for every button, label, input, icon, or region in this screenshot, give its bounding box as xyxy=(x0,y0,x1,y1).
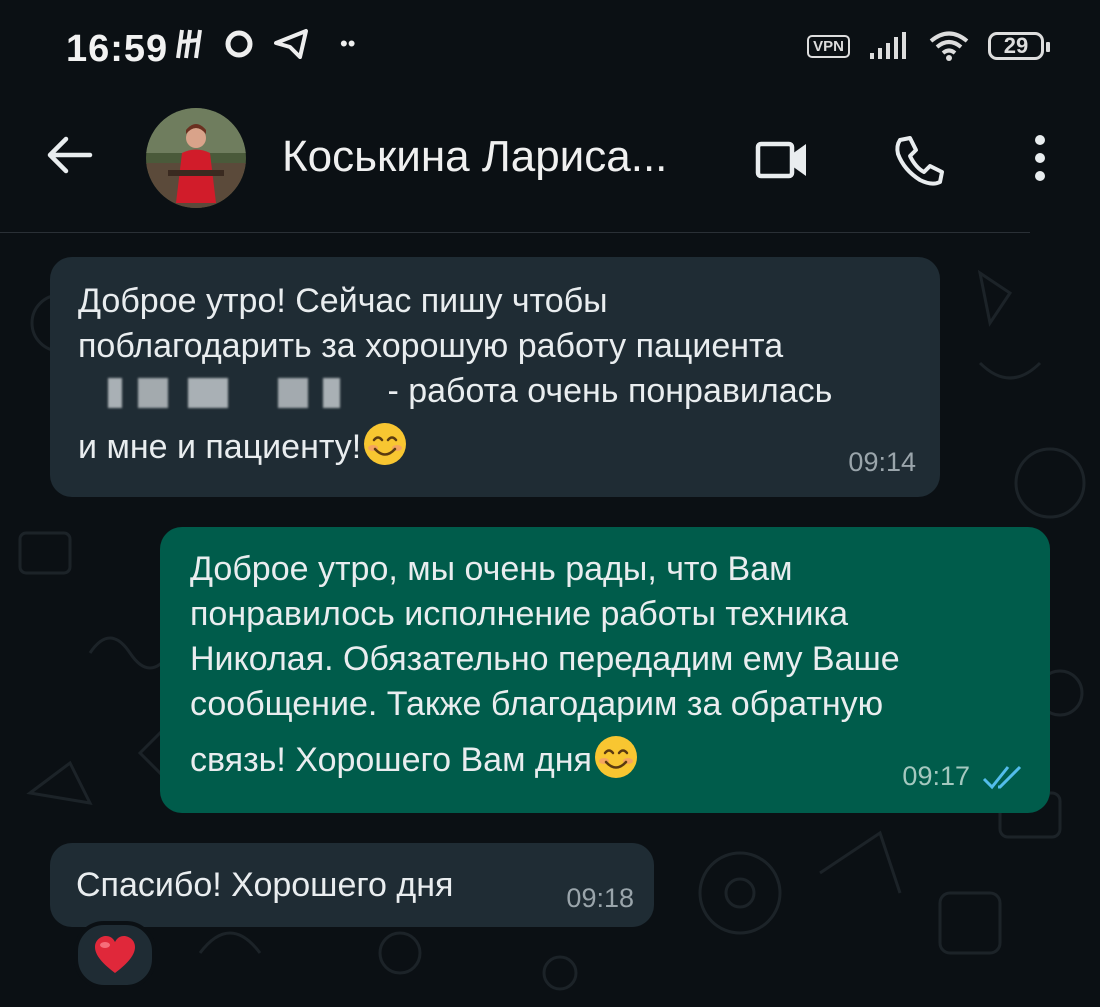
status-time: 16:59 xyxy=(66,28,169,70)
status-bar: 16:59 •• VPN 29 xyxy=(0,0,1100,100)
message-text: Спасибо! Хорошего дня xyxy=(76,866,454,904)
message-time: 09:14 xyxy=(848,447,916,477)
message-line-text: и мне и пациенту! xyxy=(78,428,362,466)
more-notifications: •• xyxy=(340,31,356,56)
message-line: Доброе утро! Сейчас пишу чтобы xyxy=(78,282,608,320)
contact-name[interactable]: Коськина Лариса... xyxy=(282,132,667,182)
h-icon xyxy=(176,29,202,59)
message-line: сообщение. Также благодарим за обратную xyxy=(190,685,884,723)
vpn-badge: VPN xyxy=(807,34,850,58)
signal-bars-icon xyxy=(870,32,906,59)
message-time-text: 09:17 xyxy=(902,761,970,791)
system-icons: VPN 29 xyxy=(807,30,1050,62)
outgoing-message[interactable]: Доброе утро, мы очень рады, что Вам понр… xyxy=(160,527,1050,813)
notification-icons: •• xyxy=(176,26,355,62)
smiling-face-emoji xyxy=(594,736,637,778)
phone-icon[interactable] xyxy=(888,130,948,190)
smiling-face-emoji xyxy=(364,423,407,465)
message-reaction[interactable] xyxy=(74,921,156,989)
message-line: понравилось исполнение работы техника xyxy=(190,595,849,633)
red-heart-emoji xyxy=(95,936,135,973)
redacted-name xyxy=(78,378,378,409)
message-line-text: связь! Хорошего Вам дня xyxy=(190,741,592,779)
message-line: Доброе утро, мы очень рады, что Вам xyxy=(190,550,793,588)
incoming-message[interactable]: Доброе утро! Сейчас пишу чтобы поблагода… xyxy=(50,257,940,497)
message-line: и мне и пациенту! xyxy=(78,422,912,470)
wifi-icon xyxy=(929,31,969,61)
message-line: - работа очень понравилась xyxy=(78,369,912,414)
contact-avatar[interactable] xyxy=(146,108,246,208)
message-line: поблагодарить за хорошую работу пациента xyxy=(78,327,784,365)
battery-indicator: 29 xyxy=(988,32,1050,60)
telegram-icon xyxy=(274,29,308,59)
message-line: связь! Хорошего Вам дня xyxy=(190,735,1020,783)
video-call-icon[interactable] xyxy=(752,130,812,190)
read-ticks-icon xyxy=(982,765,1022,789)
more-vertical-icon[interactable] xyxy=(1010,130,1070,190)
message-line: Николая. Обязательно передадим ему Ваше xyxy=(190,640,900,678)
chat-area[interactable]: Доброе утро! Сейчас пишу чтобы поблагода… xyxy=(0,233,1100,1007)
chat-header: Коськина Лариса... xyxy=(0,100,1100,232)
back-arrow-icon[interactable] xyxy=(44,130,94,180)
message-time: 09:17 xyxy=(902,754,1024,799)
message-time: 09:18 xyxy=(566,883,634,913)
chat-bubble-icon xyxy=(225,30,253,58)
message-line-text: - работа очень понравилась xyxy=(387,372,833,410)
incoming-message[interactable]: Спасибо! Хорошего дня 09:18 xyxy=(50,843,654,927)
